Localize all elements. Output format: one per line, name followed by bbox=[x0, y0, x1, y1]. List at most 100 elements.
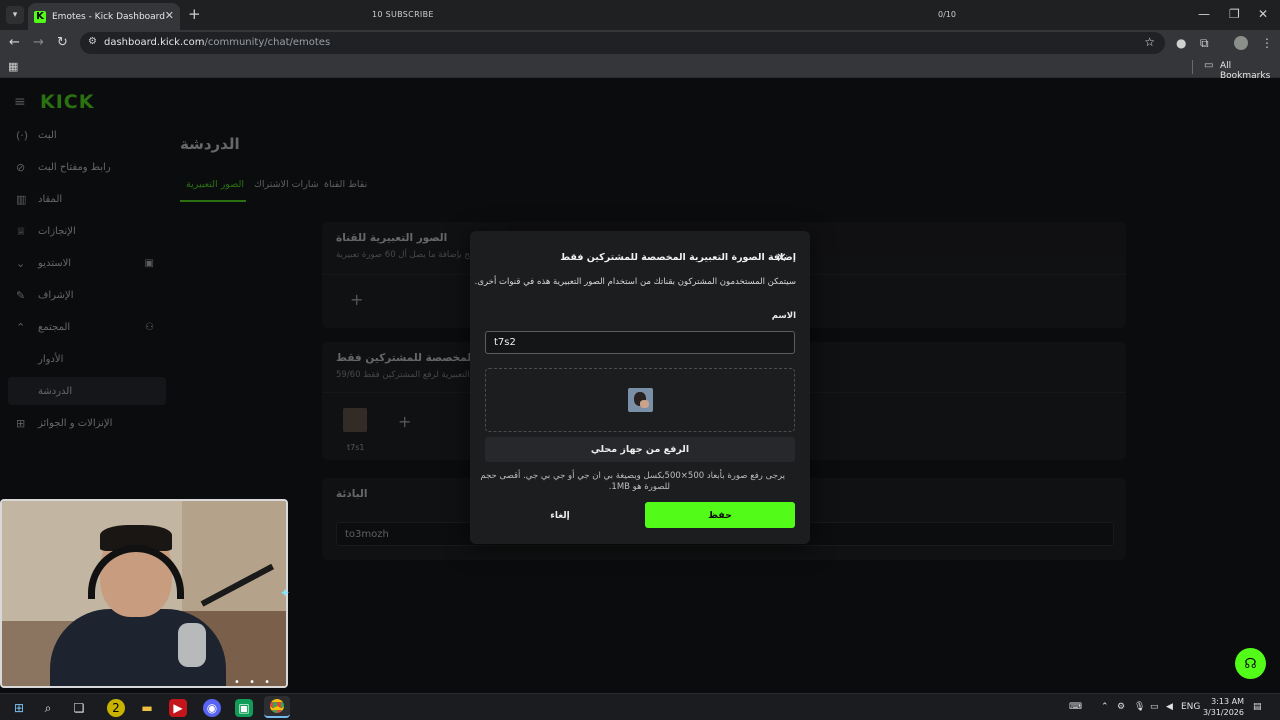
webcam-overlay: • • • bbox=[0, 499, 288, 688]
window-close-icon[interactable]: ✕ bbox=[1258, 7, 1268, 21]
add-sub-emote-icon[interactable]: + bbox=[398, 412, 411, 431]
name-label: الاسم bbox=[771, 311, 796, 321]
clock[interactable]: 3:13 AM 3/31/2026 bbox=[1202, 696, 1244, 718]
file-explorer-icon[interactable]: ▬ bbox=[138, 699, 156, 717]
url-text: dashboard.kick.com/community/chat/emotes bbox=[104, 37, 331, 48]
prefix-title: البادئة bbox=[336, 488, 368, 500]
discord-icon[interactable]: ◉ bbox=[203, 699, 221, 717]
site-info-icon[interactable]: ⚙ bbox=[88, 36, 97, 47]
start-icon[interactable]: ⊞ bbox=[10, 699, 28, 717]
tab-close-icon[interactable]: ✕ bbox=[165, 9, 174, 22]
trophy-icon: ♕ bbox=[16, 224, 26, 238]
sidebar-item-label: رابط ومفتاح البث bbox=[38, 161, 111, 173]
emote-preview-image bbox=[628, 388, 653, 412]
chrome-icon[interactable] bbox=[264, 696, 290, 718]
apps-grid-icon[interactable]: ▦ bbox=[8, 60, 18, 73]
tab-channel-points[interactable]: نقاط القناة bbox=[324, 179, 367, 190]
cancel-label: إلغاء bbox=[550, 510, 570, 521]
chevron-up-icon: ⌃ bbox=[16, 320, 26, 334]
tab-emotes[interactable]: الصور التعبيرية bbox=[186, 179, 244, 190]
microphone-icon[interactable]: 🎙 bbox=[1134, 702, 1145, 712]
sidebar-item-clips[interactable]: ▥ المقاد bbox=[8, 185, 166, 213]
sidebar-item-label: المجتمع bbox=[38, 321, 71, 333]
sidebar-item-community[interactable]: ⌃ المجتمع ⚇ bbox=[8, 313, 166, 341]
youtube-icon[interactable]: ▶ bbox=[169, 699, 187, 717]
kick-logo[interactable]: KICK bbox=[40, 91, 94, 113]
studio-icon: ▣ bbox=[144, 257, 154, 269]
emote-name: t7s1 bbox=[347, 443, 365, 452]
sidebar-item-achievements[interactable]: ♕ الإنجازات bbox=[8, 217, 166, 245]
upload-local-button[interactable]: الرفع من جهاز محلي bbox=[485, 437, 795, 462]
tab-sub-badges[interactable]: شارات الاشتراك bbox=[254, 179, 319, 190]
notifications-icon[interactable]: ▤ bbox=[1253, 702, 1262, 712]
reload-icon[interactable]: ↻ bbox=[57, 35, 68, 50]
sidebar-item-chat[interactable]: الدردشة bbox=[8, 377, 166, 405]
save-label: حفظ bbox=[708, 509, 732, 521]
app-icon-1[interactable]: 2 bbox=[107, 699, 125, 717]
sidebar-item-label: المقاد bbox=[38, 193, 63, 205]
sidebar-item-studio[interactable]: ⌄ الاستديو ▣ bbox=[8, 249, 166, 277]
bookmarks-bar: ▦ ▭ All Bookmarks bbox=[0, 56, 1280, 81]
broadcast-icon: (·) bbox=[16, 128, 29, 142]
menu-icon[interactable]: ≡ bbox=[14, 94, 26, 110]
upload-label: الرفع من جهاز محلي bbox=[590, 444, 690, 455]
sidebar-item-label: الاستديو bbox=[38, 257, 72, 269]
support-chat-icon[interactable]: ☊ bbox=[1235, 648, 1266, 679]
all-bookmarks-link[interactable]: All Bookmarks bbox=[1220, 61, 1280, 81]
subscribe-goal-overlay: 10 SUBSCRIBE bbox=[372, 10, 434, 19]
gift-icon: ⊞ bbox=[16, 416, 26, 430]
upload-hint-line2: للصورة هو 1MB. bbox=[608, 482, 670, 492]
sidebar-item-stream[interactable]: (·) البث bbox=[8, 121, 166, 149]
add-emote-modal: إضافة الصورة التعبيرية المخصصة للمشتركين… bbox=[470, 231, 810, 544]
wrench-icon: ✎ bbox=[16, 288, 26, 302]
profile-avatar[interactable] bbox=[1234, 36, 1248, 50]
modal-description: سيتمكن المستخدمون المشتركون بقناتك من اس… bbox=[474, 277, 796, 287]
community-icon: ⚇ bbox=[145, 321, 154, 333]
tab-search-icon[interactable]: ▾ bbox=[6, 6, 24, 24]
bookmark-star-icon[interactable]: ☆ bbox=[1144, 35, 1155, 49]
extension-circle-icon[interactable]: ● bbox=[1176, 36, 1186, 50]
browser-toolbar: ← → ↻ ⚙ dashboard.kick.com/community/cha… bbox=[0, 30, 1280, 56]
clock-date: 3/31/2026 bbox=[1202, 708, 1244, 717]
emote-name-input[interactable]: t7s2 bbox=[485, 331, 795, 354]
bookmarks-divider bbox=[1192, 60, 1193, 74]
cancel-button[interactable]: إلغاء bbox=[485, 503, 635, 528]
forward-icon[interactable]: → bbox=[33, 35, 44, 50]
upload-hint-line1: يرجى رفع صورة بأبعاد 500×500بكسل وبصيغة … bbox=[480, 471, 785, 481]
prefix-value: to3mozh bbox=[345, 529, 389, 540]
modal-title: إضافة الصورة التعبيرية المخصصة للمشتركين… bbox=[560, 252, 796, 263]
image-dropzone[interactable] bbox=[485, 368, 795, 432]
sidebar-item-roles[interactable]: الأدوار bbox=[8, 345, 166, 373]
page-title: الدردشة bbox=[180, 135, 240, 153]
language-indicator[interactable]: ENG bbox=[1181, 702, 1200, 712]
sidebar-item-stream-key[interactable]: ⊘ رابط ومفتاح البث bbox=[8, 153, 166, 181]
sidebar-item-drops[interactable]: ⊞ الإنزالات و الجوائز bbox=[8, 409, 166, 437]
app-icon-green[interactable]: ▣ bbox=[235, 699, 253, 717]
tray-app-icon[interactable]: ⚙ bbox=[1117, 702, 1125, 712]
restore-icon[interactable]: ❐ bbox=[1229, 7, 1240, 21]
browser-tab[interactable]: K Emotes - Kick Dashboard ✕ bbox=[28, 3, 180, 30]
add-channel-emote-icon[interactable]: + bbox=[350, 290, 363, 309]
modal-close-icon[interactable]: ✕ bbox=[776, 251, 787, 266]
emote-thumbnail[interactable] bbox=[343, 408, 367, 432]
browser-menu-icon[interactable]: ⋮ bbox=[1261, 36, 1273, 50]
network-icon[interactable]: ▭ bbox=[1150, 702, 1159, 712]
active-tab-indicator bbox=[180, 200, 246, 202]
extensions-puzzle-icon[interactable]: ⧉ bbox=[1200, 36, 1209, 51]
folder-icon: ▭ bbox=[1204, 60, 1214, 71]
save-button[interactable]: حفظ bbox=[645, 502, 795, 528]
sidebar-item-label: الإنجازات bbox=[38, 225, 76, 237]
minimize-icon[interactable]: — bbox=[1198, 7, 1210, 21]
keyboard-icon[interactable]: ⌨ bbox=[1069, 702, 1082, 712]
search-icon[interactable]: ⌕ bbox=[39, 699, 57, 717]
sidebar-item-label: الإنزالات و الجوائز bbox=[38, 417, 113, 429]
task-view-icon[interactable]: ❏ bbox=[70, 699, 88, 717]
volume-icon[interactable]: ◀ bbox=[1166, 702, 1173, 712]
sidebar-item-moderation[interactable]: ✎ الإشراف bbox=[8, 281, 166, 309]
new-tab-icon[interactable]: + bbox=[188, 5, 201, 23]
channel-emotes-subtitle: اسمح بإضافة ما يصل أل 60 صورة تعبيرية bbox=[336, 250, 485, 260]
tray-overflow-icon[interactable]: ⌃ bbox=[1101, 702, 1109, 712]
back-icon[interactable]: ← bbox=[9, 35, 20, 50]
address-bar[interactable]: ⚙ dashboard.kick.com/community/chat/emot… bbox=[80, 32, 1165, 54]
subscribe-goal-counter: 0/10 bbox=[938, 10, 956, 19]
